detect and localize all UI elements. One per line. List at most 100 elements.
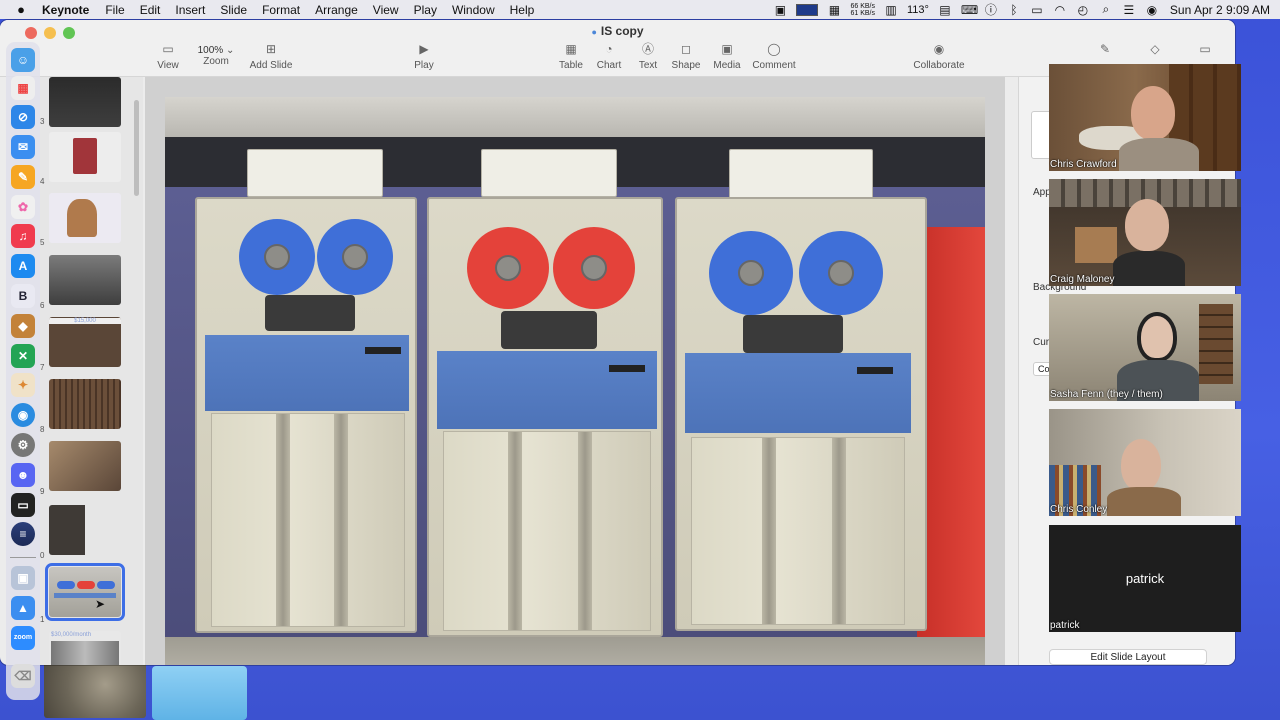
pencil-app-icon[interactable]: ✎ [11, 165, 35, 189]
participant-video-off[interactable]: patrick patrick [1049, 525, 1241, 632]
paint-app-icon[interactable]: ✦ [11, 373, 35, 397]
screen-capture-icon[interactable]: ▣ [773, 3, 787, 17]
navigator-scrollbar[interactable] [134, 100, 139, 196]
participant-video[interactable]: Chris Crawford [1049, 64, 1241, 171]
blue-band [205, 335, 409, 411]
safari-icon[interactable]: ⊘ [11, 105, 35, 129]
slide-thumbnail[interactable] [49, 132, 121, 182]
participant-name: Chris Crawford [1050, 159, 1117, 170]
finder-icon[interactable]: ☺ [11, 48, 35, 72]
comment-button[interactable]: ◯ Comment [752, 41, 796, 75]
menu-bar: ● Keynote File Edit Insert Slide Format … [0, 0, 1280, 19]
participant-video[interactable]: Sasha Fenn (they / them) [1049, 294, 1241, 401]
slide-thumbnail[interactable]: $15,000 [49, 317, 121, 367]
battery-icon[interactable]: ▭ [1030, 3, 1044, 17]
slide-canvas[interactable] [145, 77, 1005, 665]
slide-thumbnail-selected[interactable]: ➤ [45, 563, 125, 621]
wifi-icon[interactable]: ◠ [1053, 3, 1067, 17]
eclipse-icon[interactable]: ≡ [11, 522, 35, 546]
comment-icon: ◯ [767, 42, 781, 56]
slide-thumbnail[interactable] [49, 193, 121, 243]
app-icon[interactable]: ◆ [11, 314, 35, 338]
menu-file[interactable]: File [105, 3, 124, 17]
chart-label: Chart [596, 60, 622, 71]
add-slide-button[interactable]: ⊞ Add Slide [249, 41, 293, 75]
grid-icon[interactable]: ▦ [827, 3, 841, 17]
participant-video[interactable]: Chris Conley [1049, 409, 1241, 516]
system-settings-icon[interactable]: ⚙ [11, 433, 35, 457]
cpu-icon[interactable]: ▥ [884, 3, 898, 17]
media-icon: ▣ [721, 42, 733, 56]
preview-icon[interactable]: ▣ [11, 566, 35, 590]
menu-help[interactable]: Help [510, 3, 535, 17]
slide-number: 4 [40, 177, 45, 186]
view-button[interactable]: ▭ View [154, 41, 182, 75]
chart-icon: ◔ [605, 42, 613, 56]
app-menu[interactable]: Keynote [42, 3, 89, 17]
search-icon[interactable]: ⌕ [1099, 2, 1113, 17]
menu-window[interactable]: Window [452, 3, 495, 17]
menu-insert[interactable]: Insert [175, 3, 205, 17]
desktop-folder[interactable] [152, 666, 247, 720]
app-store-icon[interactable]: A [11, 254, 35, 278]
shape-button[interactable]: ◻ Shape [670, 41, 702, 75]
play-button[interactable]: ▶ Play [412, 41, 436, 75]
participant-name: Sasha Fenn (they / them) [1050, 389, 1163, 400]
app-status-icon[interactable]: ▤ [938, 3, 952, 17]
comment-label: Comment [752, 60, 796, 71]
photos-icon[interactable]: ✿ [11, 195, 35, 219]
display-thumbnail-icon[interactable] [796, 3, 819, 16]
browser-icon[interactable]: ◉ [11, 403, 35, 427]
zoom-label: Zoom [203, 56, 229, 67]
blue-band [437, 351, 657, 429]
mail-icon[interactable]: ✉ [11, 135, 35, 159]
participant-video[interactable]: Craig Maloney [1049, 179, 1241, 286]
siri-icon[interactable]: ◉ [1145, 3, 1159, 17]
desktop-photo-cat[interactable] [44, 662, 146, 718]
slide-thumbnail[interactable] [49, 255, 121, 305]
menu-clock[interactable]: Sun Apr 2 9:09 AM [1170, 3, 1270, 17]
temperature-reading[interactable]: 113° [907, 4, 929, 16]
slide-thumbnail[interactable] [49, 441, 121, 491]
control-panel [481, 149, 617, 197]
tape-drive-cabinet [427, 197, 663, 637]
text-button[interactable]: Ⓐ Text [634, 41, 662, 75]
play-icon: ▶ [419, 42, 429, 56]
slide-photo-tape-drives[interactable] [165, 97, 985, 665]
slide-thumbnail[interactable]: $30,000/month [49, 631, 121, 665]
menu-edit[interactable]: Edit [140, 3, 161, 17]
excel-icon[interactable]: ✕ [11, 344, 35, 368]
slide-thumbnail[interactable] [49, 505, 121, 555]
slide-navigator[interactable]: 3 4 5 6 $15,000 7 8 9 0 ➤ 1 $30,000/mont… [40, 77, 143, 665]
menu-play[interactable]: Play [414, 3, 437, 17]
terminal-icon[interactable]: ▭ [11, 493, 35, 517]
bbedit-icon[interactable]: B [11, 284, 35, 308]
table-button[interactable]: ▦ Table [557, 41, 585, 75]
control-center-icon[interactable]: ☰ [1122, 3, 1136, 17]
media-button[interactable]: ▣ Media [711, 41, 743, 75]
menu-arrange[interactable]: Arrange [315, 3, 358, 17]
info-icon[interactable]: ⓘ [984, 1, 998, 18]
time-machine-icon[interactable]: ◴ [1076, 3, 1090, 17]
collaborate-button[interactable]: ◉ Collaborate [912, 41, 966, 75]
apple-menu-icon[interactable]: ● [14, 2, 28, 17]
music-icon[interactable]: ♫ [11, 224, 35, 248]
launchpad-icon[interactable]: ▦ [11, 76, 35, 100]
slide-thumbnail[interactable] [49, 379, 121, 429]
menu-slide[interactable]: Slide [220, 3, 247, 17]
chart-button[interactable]: ◔ Chart [595, 41, 623, 75]
discord-icon[interactable]: ☻ [11, 463, 35, 487]
keyboard-icon[interactable]: ⌨ [961, 3, 978, 17]
bluetooth-icon[interactable]: ᛒ [1007, 3, 1021, 17]
cabinet-door [691, 437, 905, 625]
shape-icon: ◻ [681, 42, 691, 56]
menu-view[interactable]: View [373, 3, 399, 17]
trash-icon[interactable]: ⌫ [11, 664, 35, 688]
edit-slide-layout-button[interactable]: Edit Slide Layout [1049, 649, 1207, 665]
zoom-menu[interactable]: 100% ⌄ Zoom [193, 41, 239, 75]
slide-thumbnail[interactable] [49, 77, 121, 127]
menu-format[interactable]: Format [262, 3, 300, 17]
zoom-app-icon[interactable]: zoom [11, 626, 35, 650]
keynote-icon[interactable]: ▲ [11, 596, 35, 620]
document-icon: ▭ [1199, 42, 1211, 56]
